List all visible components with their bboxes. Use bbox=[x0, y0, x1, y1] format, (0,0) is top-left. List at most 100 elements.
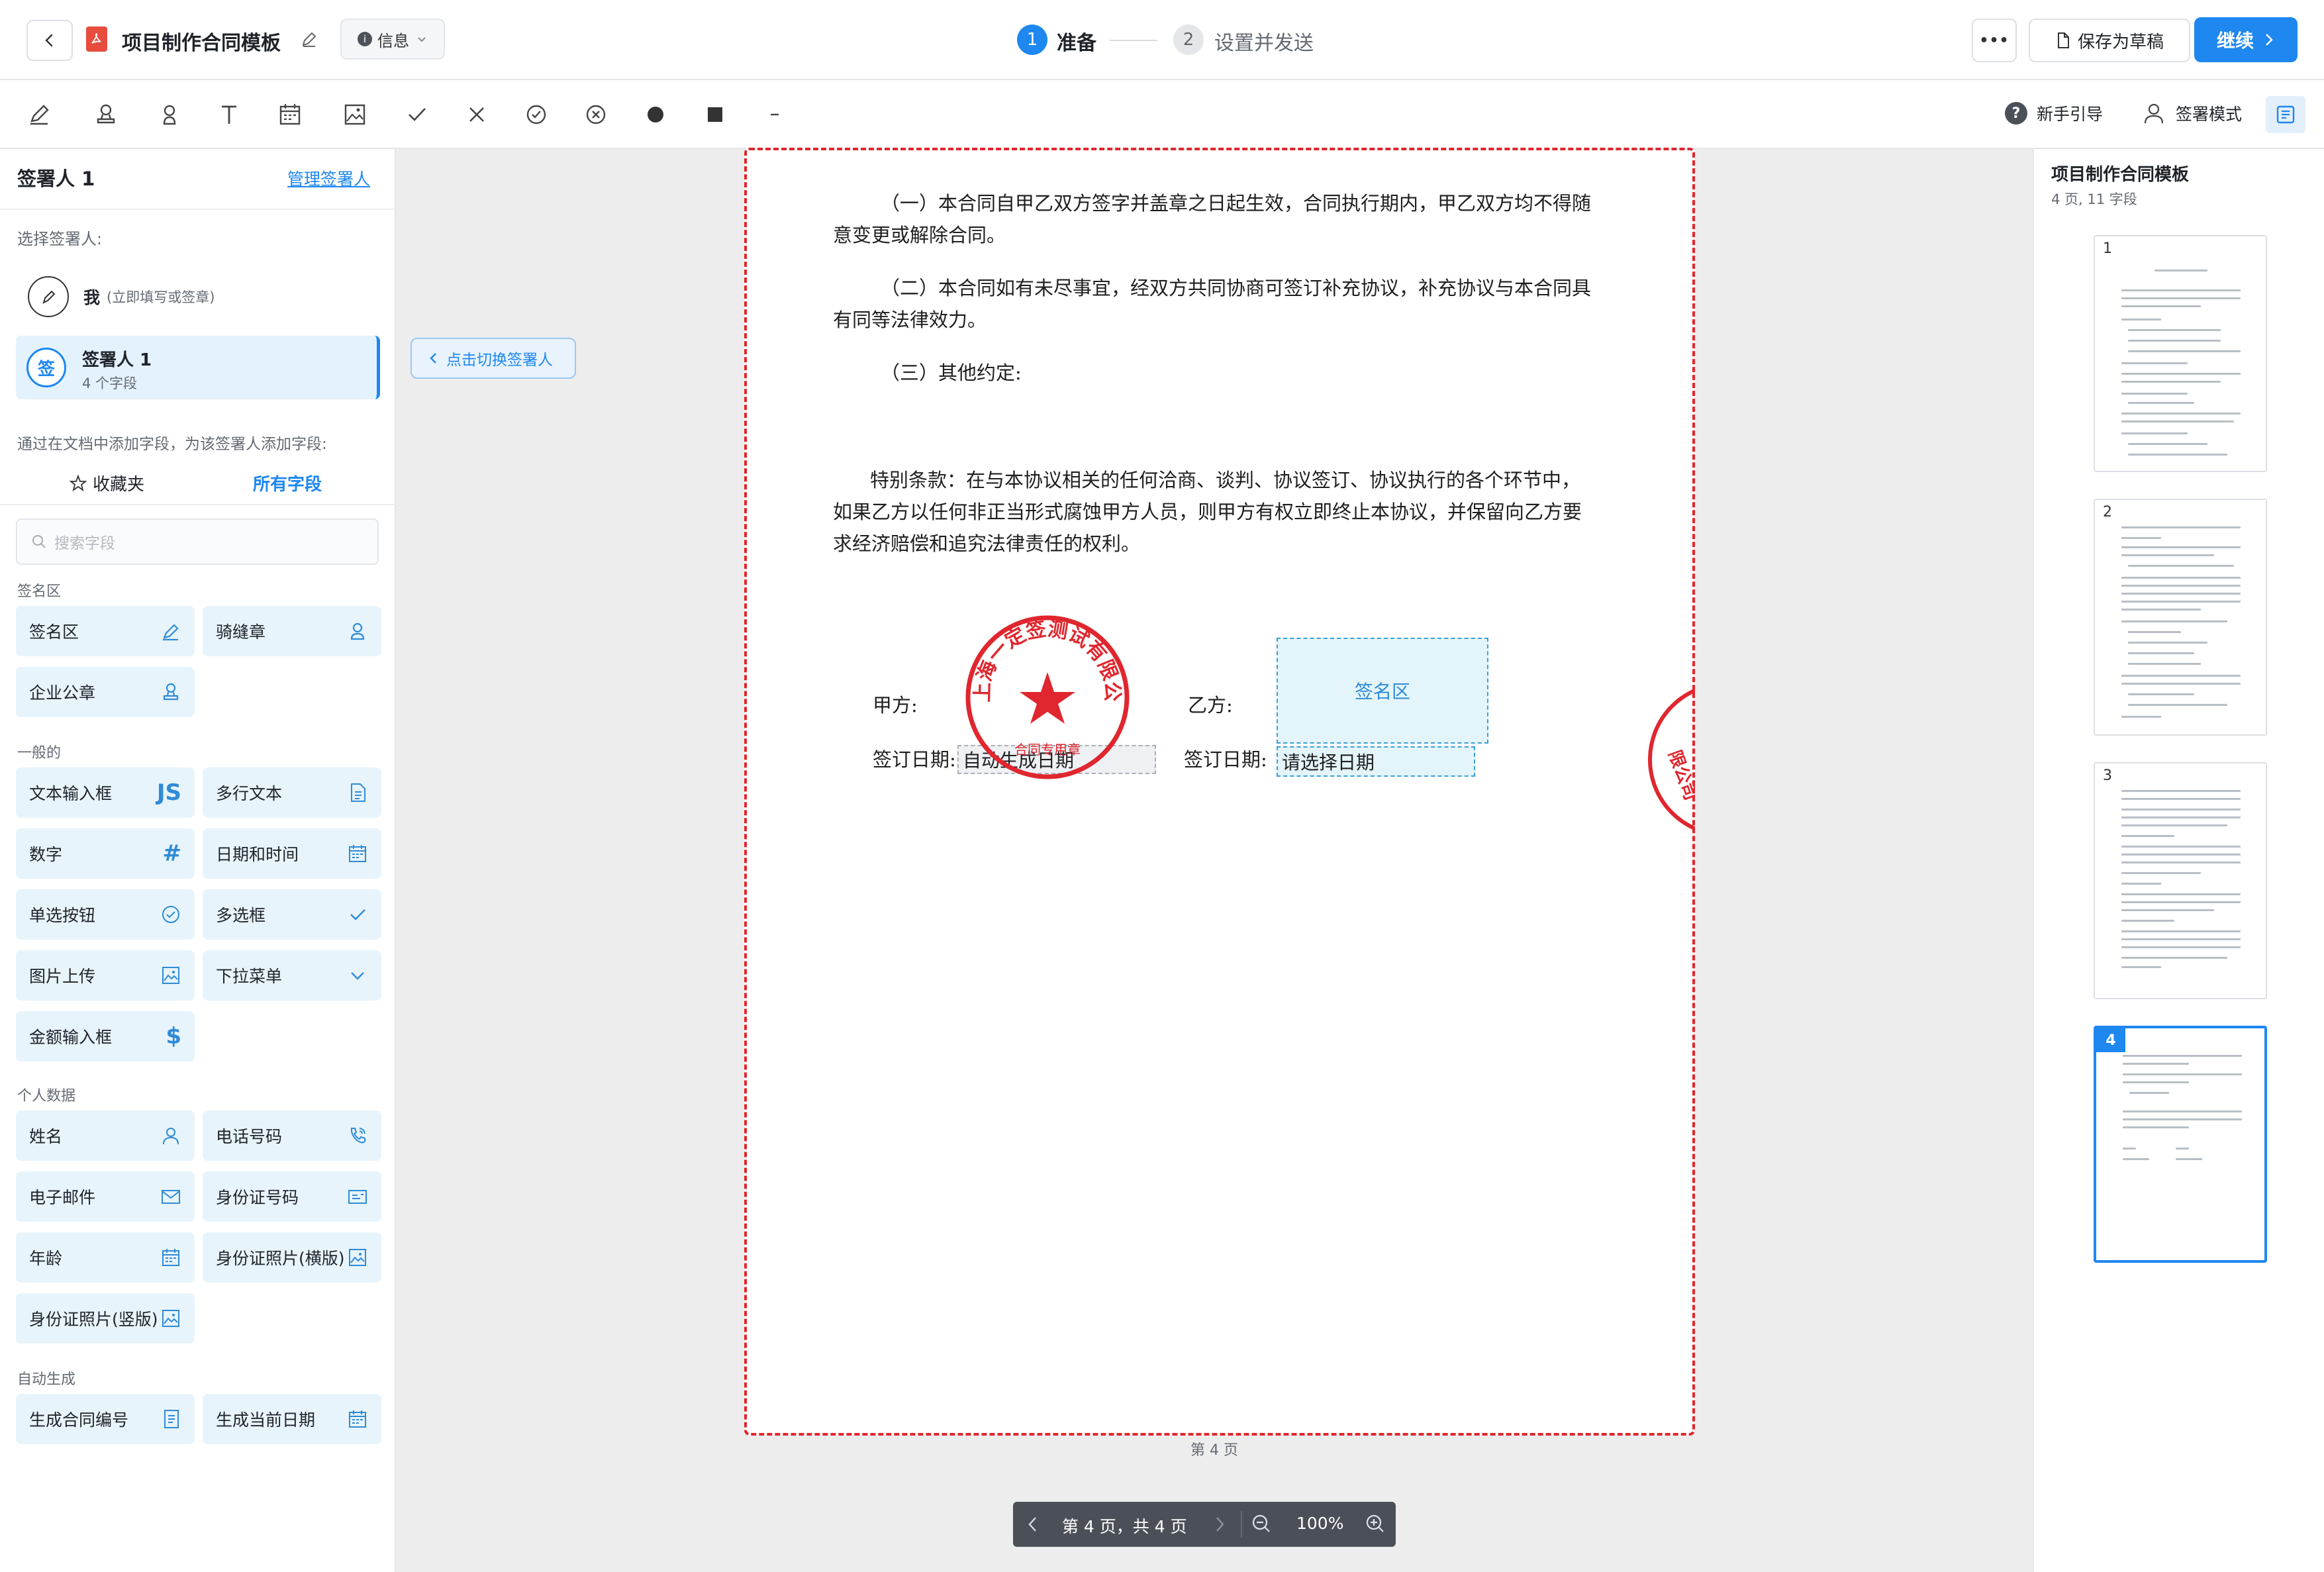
zoom-out-icon bbox=[1252, 1514, 1270, 1532]
field-seam-seal[interactable]: 骑缝章 bbox=[203, 606, 381, 656]
signer-me-option[interactable]: 我 (立即填写或签章) bbox=[17, 271, 375, 322]
field-image-upload[interactable]: 图片上传 bbox=[16, 950, 195, 1001]
back-button[interactable] bbox=[26, 20, 73, 61]
tab-favorites[interactable]: 收藏夹 bbox=[69, 471, 144, 495]
field-current-date[interactable]: 生成当前日期 bbox=[203, 1394, 381, 1444]
field-company-seal[interactable]: 企业公章 bbox=[16, 667, 195, 717]
choose-date-field[interactable]: 请选择日期 bbox=[1277, 746, 1475, 777]
field-multi-text[interactable]: 多行文本 bbox=[203, 767, 381, 818]
field-dropdown[interactable]: 下拉菜单 bbox=[203, 950, 381, 1001]
tab-underline bbox=[0, 504, 396, 505]
circle-cross-tool-icon[interactable] bbox=[580, 99, 612, 130]
chevron-down-icon bbox=[347, 965, 368, 986]
section-sign: 签名区 bbox=[17, 583, 62, 600]
stamp-tool-icon[interactable] bbox=[90, 99, 122, 130]
chevron-right-icon bbox=[1216, 1517, 1224, 1532]
edit-title-icon[interactable] bbox=[299, 29, 319, 49]
top-bar: 项目制作合同模板 i 信息 1 准备 2 设置并发送 ••• 保存为草稿 继续 bbox=[0, 0, 2324, 80]
line-tool-icon[interactable] bbox=[759, 99, 791, 130]
field-label: 签名区 bbox=[29, 622, 79, 642]
page-thumbnail-3[interactable]: 3 bbox=[2094, 762, 2267, 999]
chevron-left-icon bbox=[430, 353, 436, 364]
field-datetime[interactable]: 日期和时间 bbox=[203, 828, 381, 879]
field-phone[interactable]: 电话号码 bbox=[203, 1110, 381, 1161]
step-2-label[interactable]: 设置并发送 bbox=[1214, 26, 1314, 56]
clause-3: （三）其他约定: bbox=[881, 362, 1022, 384]
signer-mode-button[interactable]: 签署模式 bbox=[2143, 101, 2242, 125]
company-seal-stamp[interactable]: 上海一定签测试有限公司 合同专用章 bbox=[964, 614, 1131, 781]
calendar-icon bbox=[347, 843, 368, 864]
check-tool-icon[interactable] bbox=[401, 99, 433, 130]
step-1-label[interactable]: 准备 bbox=[1057, 26, 1096, 56]
switch-signer-tooltip[interactable]: 点击切换签署人 bbox=[411, 338, 576, 379]
prev-page-button[interactable] bbox=[1025, 1514, 1041, 1535]
zoom-in-button[interactable] bbox=[1364, 1512, 1386, 1535]
info-dropdown[interactable]: i 信息 bbox=[340, 19, 445, 60]
field-id-number[interactable]: 身份证号码 bbox=[203, 1171, 381, 1222]
step-2-indicator[interactable]: 2 bbox=[1173, 25, 1204, 55]
field-label: 生成合同编号 bbox=[29, 1410, 129, 1430]
square-tool-icon[interactable] bbox=[699, 99, 731, 130]
field-name[interactable]: 姓名 bbox=[16, 1110, 195, 1161]
sign-area-field[interactable]: 签名区 bbox=[1277, 638, 1488, 744]
field-label: 单选按钮 bbox=[29, 906, 96, 925]
zoom-out-button[interactable] bbox=[1250, 1512, 1273, 1535]
image-tool-icon[interactable] bbox=[339, 99, 371, 130]
document-lines-icon bbox=[162, 1408, 181, 1430]
field-label: 日期和时间 bbox=[216, 845, 299, 864]
calendar-tool-icon[interactable] bbox=[274, 99, 306, 130]
field-number[interactable]: 数字 # bbox=[16, 828, 195, 879]
search-input[interactable]: 搜索字段 bbox=[16, 518, 379, 565]
tab-favorites-label: 收藏夹 bbox=[93, 475, 145, 495]
pen-icon bbox=[160, 620, 181, 642]
seal-tool-icon[interactable] bbox=[154, 99, 185, 130]
panel-toggle-button[interactable] bbox=[2266, 96, 2305, 133]
field-id-photo-vertical[interactable]: 身份证照片(竖版) bbox=[16, 1293, 195, 1344]
add-field-hint: 通过在文档中添加字段，为该签署人添加字段: bbox=[17, 436, 327, 453]
field-text-input[interactable]: 文本输入框 JS bbox=[16, 767, 195, 818]
save-draft-button[interactable]: 保存为草稿 bbox=[2029, 19, 2190, 62]
next-page-button[interactable] bbox=[1212, 1514, 1228, 1535]
party-a-label: 甲方: bbox=[873, 694, 918, 716]
field-email[interactable]: 电子邮件 bbox=[16, 1171, 195, 1222]
cross-tool-icon[interactable] bbox=[461, 99, 493, 130]
field-label: 生成当前日期 bbox=[216, 1410, 316, 1430]
field-checkbox[interactable]: 多选框 bbox=[203, 889, 381, 940]
signer-1-option[interactable]: 签 签署人 1 4 个字段 bbox=[16, 336, 380, 399]
dot-tool-icon[interactable] bbox=[640, 99, 671, 130]
right-panel: 项目制作合同模板 4 页, 11 字段 1 2 3 4 bbox=[2033, 149, 2324, 1572]
circle-check-tool-icon[interactable] bbox=[520, 99, 552, 130]
tab-all-fields[interactable]: 所有字段 bbox=[253, 471, 322, 495]
page-thumbnail-1[interactable]: 1 bbox=[2094, 235, 2267, 472]
continue-button[interactable]: 继续 bbox=[2194, 17, 2298, 62]
more-button[interactable]: ••• bbox=[1972, 19, 2017, 62]
left-panel: 签署人 1 管理签署人 选择签署人: 我 (立即填写或签章) 签 签署人 1 4… bbox=[0, 149, 396, 1572]
seam-seal-stamp[interactable]: 限公司 bbox=[1646, 680, 1695, 839]
field-contract-number[interactable]: 生成合同编号 bbox=[16, 1394, 195, 1444]
section-auto: 自动生成 bbox=[17, 1371, 76, 1388]
page-thumbnail-2[interactable]: 2 bbox=[2094, 499, 2267, 736]
field-label: 图片上传 bbox=[29, 967, 96, 986]
step-1-indicator[interactable]: 1 bbox=[1017, 25, 1047, 55]
page-thumbnail-4[interactable]: 4 bbox=[2094, 1026, 2267, 1263]
dollar-icon: $ bbox=[166, 1023, 181, 1050]
field-age[interactable]: 年龄 bbox=[16, 1232, 195, 1283]
check-icon bbox=[347, 904, 368, 925]
field-label: 年龄 bbox=[29, 1249, 63, 1268]
field-sign-area[interactable]: 签名区 bbox=[16, 606, 195, 656]
field-radio[interactable]: 单选按钮 bbox=[16, 889, 195, 940]
field-id-photo-horizontal[interactable]: 身份证照片(横版) bbox=[203, 1232, 381, 1283]
field-label: 多行文本 bbox=[216, 784, 283, 803]
zoom-in-icon bbox=[1366, 1514, 1384, 1532]
thumbnail-panel-meta: 4 页, 11 字段 bbox=[2051, 191, 2137, 207]
signature-tool-icon[interactable] bbox=[24, 99, 56, 130]
chevron-left-icon bbox=[1028, 1517, 1036, 1532]
signer-title: 签署人 1 bbox=[17, 168, 95, 190]
text-tool-icon[interactable] bbox=[213, 99, 245, 130]
pen-avatar-icon bbox=[28, 276, 69, 317]
manage-signers-link[interactable]: 管理签署人 bbox=[287, 166, 370, 190]
signer-me-label: 我 bbox=[83, 288, 101, 307]
field-amount[interactable]: 金额输入框 $ bbox=[16, 1011, 195, 1061]
calendar-icon bbox=[347, 1408, 368, 1430]
guide-button[interactable]: ? 新手引导 bbox=[2005, 101, 2103, 125]
